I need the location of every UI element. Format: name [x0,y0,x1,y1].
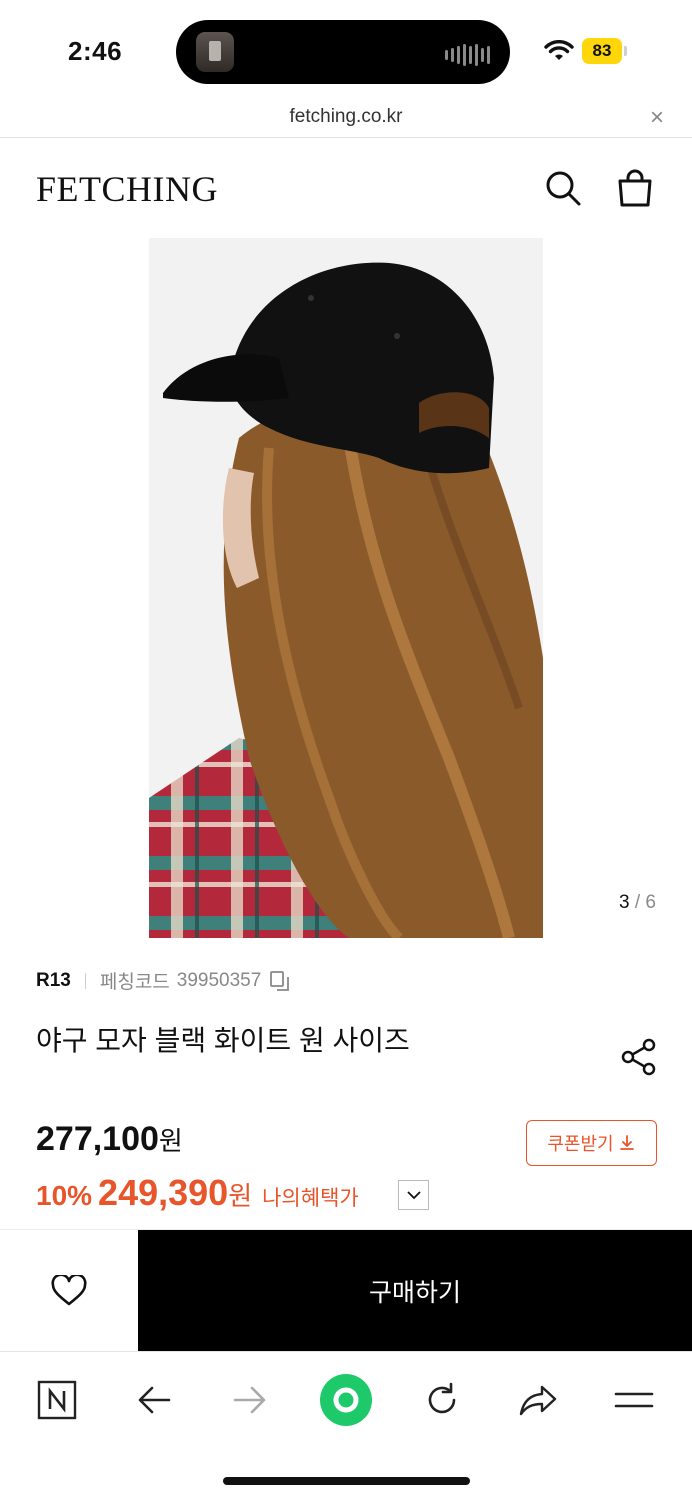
forward-button[interactable] [220,1374,280,1426]
heart-icon [51,1275,87,1306]
buy-button[interactable]: 구매하기 [138,1230,692,1352]
url-text[interactable]: fetching.co.kr [0,106,692,128]
product-photo [149,238,543,938]
product-code-value: 39950357 [176,969,262,991]
coupon-button[interactable]: 쿠폰받기 [526,1120,657,1166]
now-playing-app-icon [196,32,234,72]
coupon-button-label: 쿠폰받기 [547,1134,614,1154]
product-image[interactable] [149,238,543,938]
audio-wave-icon [445,44,490,66]
site-header: FETCHING [0,138,692,238]
original-price-currency: 원 [158,1126,183,1156]
discount-rate: 10% [36,1180,93,1211]
reload-icon [428,1382,456,1414]
share-page-button[interactable] [508,1374,568,1426]
share-arrow-icon [519,1385,557,1416]
download-icon [619,1135,634,1150]
original-price-value: 277,100 [36,1120,159,1158]
clock: 2:46 [68,36,123,66]
image-counter-separator: / [634,892,641,913]
green-dot-icon [320,1374,372,1426]
original-price: 277,100원 [36,1120,183,1159]
site-logo[interactable]: FETCHING [36,168,218,210]
back-arrow-icon [138,1386,171,1414]
naver-n-icon [37,1380,77,1420]
brand-name[interactable]: R13 [36,970,71,992]
image-counter: 3 / 6 [619,892,656,914]
copy-icon[interactable] [269,970,291,992]
close-icon[interactable]: × [650,104,664,132]
sale-price-value: 249,390 [98,1172,229,1213]
wishlist-button[interactable] [0,1230,138,1352]
reload-button[interactable] [412,1374,472,1426]
image-counter-total: 6 [645,892,656,913]
chevron-down-icon [406,1191,421,1200]
shopping-bag-icon[interactable] [615,168,655,208]
dynamic-island [176,20,510,84]
back-button[interactable] [124,1374,184,1426]
battery-tip [624,46,627,56]
benefit-dropdown-button[interactable] [398,1180,429,1210]
status-bar: 2:46 83 [0,0,692,100]
search-icon[interactable] [543,168,583,208]
share-icon[interactable] [620,1038,658,1076]
forward-arrow-icon [233,1386,266,1414]
menu-button[interactable] [604,1374,664,1426]
wifi-icon [544,40,574,60]
brand-row: R13 페칭코드 39950357 [36,967,291,994]
purchase-bar: 구매하기 [0,1229,692,1352]
naver-home-button[interactable] [27,1374,87,1426]
product-code-label: 페칭코드 [99,972,170,993]
product-title: 야구 모자 블랙 화이트 원 사이즈 [36,1025,410,1056]
sale-price-row: 10% 249,390 원 나의혜택가 [36,1172,359,1214]
sale-price-currency: 원 [228,1181,253,1211]
menu-icon [614,1392,654,1408]
home-indicator[interactable] [223,1477,470,1485]
url-bar[interactable]: fetching.co.kr × [0,100,692,138]
brand-divider [84,972,86,989]
image-counter-current: 3 [619,892,630,913]
battery-indicator: 83 [582,38,622,64]
green-dot-button[interactable] [316,1374,376,1426]
my-benefit-label[interactable]: 나의혜택가 [262,1182,359,1212]
